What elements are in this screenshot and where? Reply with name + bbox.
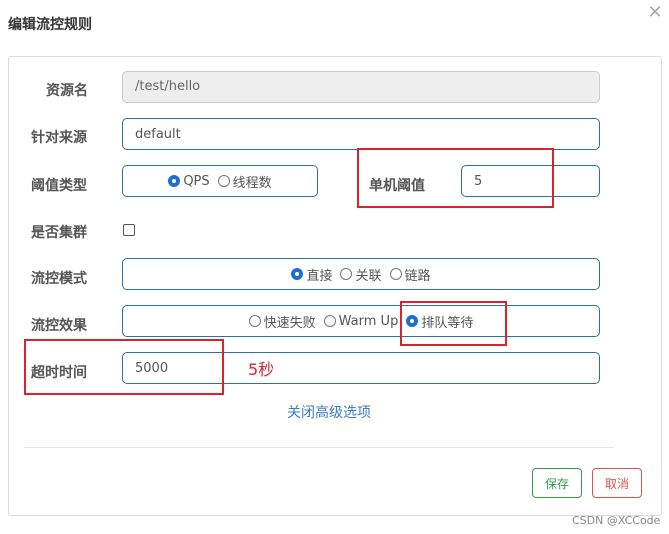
radio-unchecked-icon (340, 268, 353, 280)
annotation-text: 5秒 (248, 360, 275, 379)
mode-group: 直接 关联 链路 (122, 258, 600, 290)
footer-divider (24, 447, 614, 448)
radio-unchecked-icon (323, 315, 336, 327)
radio-warm-up[interactable]: Warm Up (323, 313, 399, 329)
cluster-label: 是否集群 (31, 225, 87, 241)
radio-chain-label: 链路 (404, 268, 431, 284)
highlight-queue-box (400, 301, 507, 346)
highlight-timeout-box (24, 339, 224, 395)
radio-fast-fail-label: 快速失败 (263, 315, 316, 331)
radio-qps[interactable]: QPS (168, 173, 210, 189)
cluster-checkbox[interactable] (123, 224, 135, 236)
radio-relate[interactable]: 关联 (340, 265, 382, 284)
radio-direct-label: 直接 (306, 268, 333, 284)
resource-label: 资源名 (46, 83, 88, 99)
cancel-button[interactable]: 取消 (592, 468, 642, 498)
source-input[interactable] (122, 118, 600, 150)
dialog-title: 编辑流控规则 (8, 17, 92, 33)
mode-label: 流控模式 (31, 271, 87, 287)
highlight-threshold-box (357, 148, 554, 208)
radio-unchecked-icon (248, 315, 261, 327)
radio-chain[interactable]: 链路 (389, 265, 431, 284)
radio-direct[interactable]: 直接 (291, 265, 332, 284)
threshold-type-label: 阈值类型 (31, 178, 87, 194)
resource-field: /test/hello (122, 71, 600, 103)
close-advanced-link[interactable]: 关闭高级选项 (287, 402, 371, 422)
radio-checked-icon (291, 268, 304, 280)
threshold-type-group: QPS 线程数 (122, 165, 318, 197)
radio-qps-label: QPS (183, 173, 210, 189)
radio-relate-label: 关联 (355, 268, 382, 284)
radio-unchecked-icon (217, 175, 230, 187)
save-button[interactable]: 保存 (532, 468, 582, 498)
radio-threads[interactable]: 线程数 (217, 172, 272, 191)
radio-threads-label: 线程数 (232, 175, 272, 191)
radio-unchecked-icon (389, 268, 402, 280)
source-label: 针对来源 (31, 130, 87, 146)
radio-warm-up-label: Warm Up (338, 313, 399, 329)
effect-group: 快速失败 Warm Up 排队等待 (122, 305, 600, 337)
radio-checked-icon (168, 175, 181, 187)
watermark: CSDN @XCCode (572, 514, 661, 527)
radio-fast-fail[interactable]: 快速失败 (248, 312, 316, 331)
effect-label: 流控效果 (31, 318, 87, 334)
close-icon[interactable]: ✕ (647, 3, 663, 23)
